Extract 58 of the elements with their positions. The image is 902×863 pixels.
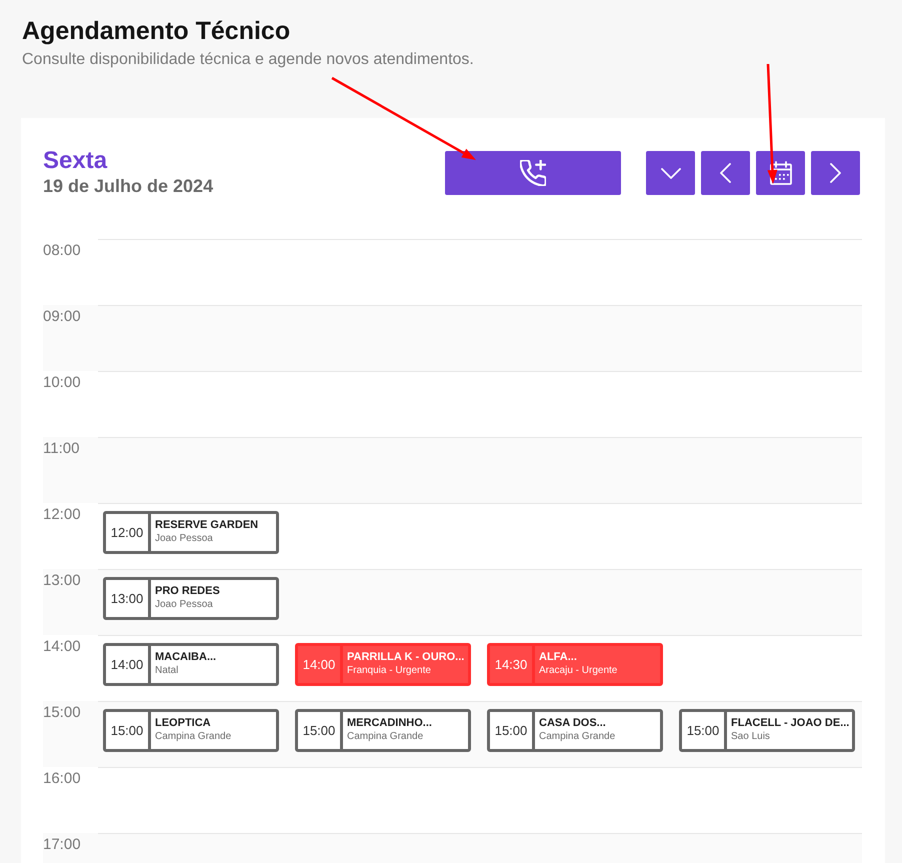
hour-label: 17:00 bbox=[43, 835, 82, 855]
calendar-button[interactable] bbox=[756, 151, 805, 195]
appointment-card[interactable]: 15:00 CASA DOS... Campina Grande bbox=[487, 709, 663, 752]
appointment-location: Sao Luis bbox=[731, 730, 771, 744]
appointment-time: 14:00 bbox=[106, 646, 151, 683]
hour-label: 15:00 bbox=[43, 703, 82, 723]
appointment-card[interactable]: 15:00 LEOPTICA Campina Grande bbox=[103, 709, 279, 752]
appointment-title: ALFA... bbox=[539, 650, 578, 664]
hour-label: 10:00 bbox=[43, 373, 82, 393]
appointment-location: Aracaju - Urgente bbox=[539, 664, 618, 678]
appointment-location: Natal bbox=[155, 664, 180, 678]
hour-label: 14:00 bbox=[43, 637, 82, 657]
new-call-button[interactable] bbox=[445, 151, 621, 195]
appointment-title: MERCADINHO... bbox=[347, 716, 432, 730]
appointment-title: CASA DOS... bbox=[539, 716, 607, 730]
appointment-location: Campina Grande bbox=[155, 730, 232, 744]
appointment-card[interactable]: 13:00 PRO REDES Joao Pessoa bbox=[103, 577, 279, 620]
appointment-location: Franquia - Urgente bbox=[347, 664, 432, 678]
appointment-location: Campina Grande bbox=[347, 730, 424, 744]
appointment-title: MACAIBA... bbox=[155, 650, 216, 664]
appointment-time: 13:00 bbox=[106, 580, 151, 617]
appointment-time: 15:00 bbox=[106, 712, 151, 749]
appointment-title: LEOPTICA bbox=[155, 716, 212, 730]
appointment-title: PARRILLA K - OURO... bbox=[347, 650, 464, 664]
appointment-time: 15:00 bbox=[490, 712, 535, 749]
hour-label: 12:00 bbox=[43, 505, 82, 525]
appointment-time: 15:00 bbox=[298, 712, 343, 749]
chevron-left-icon bbox=[720, 163, 731, 183]
appointment-location: Campina Grande bbox=[539, 730, 616, 744]
hour-label: 16:00 bbox=[43, 769, 82, 789]
page-title: Agendamento Técnico bbox=[22, 16, 292, 46]
hour-label: 13:00 bbox=[43, 571, 82, 591]
appointment-card[interactable]: 14:00 MACAIBA... Natal bbox=[103, 643, 279, 686]
previous-button[interactable] bbox=[701, 151, 750, 195]
next-button[interactable] bbox=[811, 151, 860, 195]
page-subtitle: Consulte disponibilidade técnica e agende novos atendimentos. bbox=[22, 50, 475, 70]
appointment-location: Joao Pessoa bbox=[155, 598, 214, 612]
appointment-time: 12:00 bbox=[106, 514, 151, 551]
chevron-down-icon bbox=[660, 168, 680, 178]
hour-label: 08:00 bbox=[43, 241, 82, 261]
appointment-title: PRO REDES bbox=[155, 584, 220, 598]
hour-label: 11:00 bbox=[43, 439, 80, 459]
appointment-time: 14:00 bbox=[298, 646, 343, 683]
dropdown-button[interactable] bbox=[646, 151, 695, 195]
appointment-time: 15:00 bbox=[682, 712, 727, 749]
appointment-time: 14:30 bbox=[490, 646, 535, 683]
appointment-title: RESERVE GARDEN bbox=[155, 518, 258, 532]
date-subtitle: 19 de Julho de 2024 bbox=[43, 175, 214, 198]
appointment-card[interactable]: 15:00 MERCADINHO... Campina Grande bbox=[295, 709, 471, 752]
weekday-title: Sexta bbox=[43, 148, 108, 174]
calendar-icon bbox=[770, 161, 792, 185]
appointment-location: Joao Pessoa bbox=[155, 532, 214, 546]
appointment-card[interactable]: 15:00 FLACELL - JOAO DE... Sao Luis bbox=[679, 709, 855, 752]
appointment-card[interactable]: 12:00 RESERVE GARDEN Joao Pessoa bbox=[103, 511, 279, 554]
chevron-right-icon bbox=[830, 163, 841, 183]
hour-label: 09:00 bbox=[43, 307, 82, 327]
phone-plus-icon bbox=[520, 160, 546, 186]
appointment-title: FLACELL - JOAO DE... bbox=[731, 716, 850, 730]
